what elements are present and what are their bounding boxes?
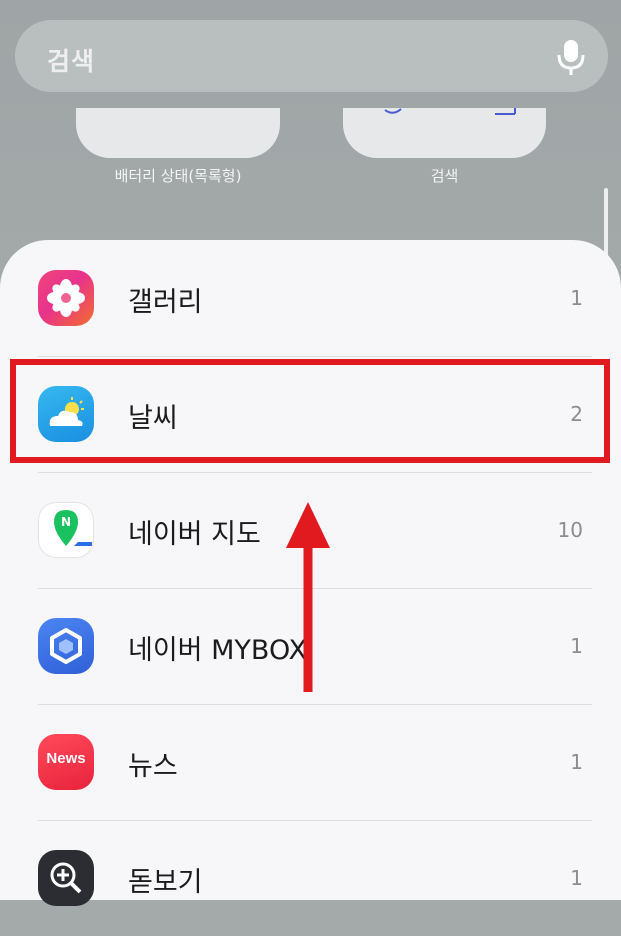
list-item-magnifier[interactable]: 돋보기 1 [0,820,621,936]
arrow-up-icon [286,502,330,692]
search-placeholder: 검색 [47,47,96,76]
search-widget[interactable] [343,108,546,158]
app-name: 네이버 지도 [128,519,261,550]
search-widget-label: 검색 [430,167,459,185]
app-count: 1 [570,750,583,774]
app-count: 1 [570,866,583,890]
news-icon-text: News [46,750,86,767]
app-count: 10 [557,518,583,542]
list-item-news[interactable]: News 뉴스 1 [0,704,621,820]
naver-map-icon: N [38,502,94,558]
search-bar[interactable]: 검색 [15,20,608,92]
highlight-box [10,359,610,463]
list-item-gallery[interactable]: 갤러리 1 [0,240,621,356]
app-name: 뉴스 [128,751,178,782]
app-name: 갤러리 [128,287,203,318]
microphone-icon[interactable] [556,38,586,76]
app-name: 돋보기 [128,867,203,898]
svg-text:N: N [61,515,71,529]
news-icon: News [38,734,94,790]
magnifier-icon [38,850,94,906]
app-count: 1 [570,634,583,658]
naver-mybox-icon [38,618,94,674]
widget-preview-content [384,108,516,115]
app-count: 1 [570,286,583,310]
gallery-icon [38,270,94,326]
battery-status-widget[interactable] [76,108,280,158]
battery-widget-label: 배터리 상태(목록형) [114,167,242,185]
